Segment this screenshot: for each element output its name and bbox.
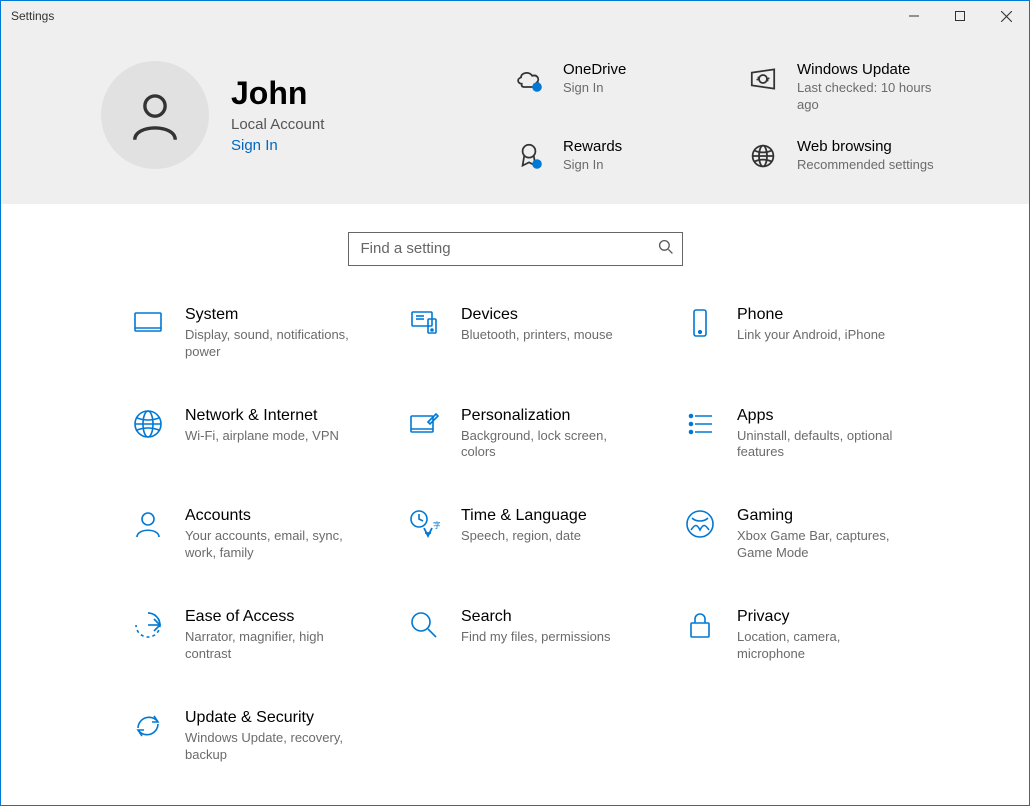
category-subtitle: Display, sound, notifications, power xyxy=(185,327,355,361)
privacy-icon xyxy=(683,608,717,642)
tile-subtitle: Sign In xyxy=(563,157,622,174)
window-controls xyxy=(891,1,1029,31)
tile-windows-update[interactable]: Windows Update Last checked: 10 hours ag… xyxy=(745,61,949,114)
category-apps[interactable]: Apps Uninstall, defaults, optional featu… xyxy=(683,407,929,462)
category-title: Apps xyxy=(737,407,907,425)
profile-signin-link[interactable]: Sign In xyxy=(231,137,324,154)
category-subtitle: Wi-Fi, airplane mode, VPN xyxy=(185,428,339,445)
profile-block[interactable]: John Local Account Sign In xyxy=(101,61,481,169)
maximize-button[interactable] xyxy=(937,1,983,31)
network-icon xyxy=(131,407,165,441)
ease-of-access-icon xyxy=(131,608,165,642)
profile-name: John xyxy=(231,76,324,111)
apps-icon xyxy=(683,407,717,441)
category-subtitle: Narrator, magnifier, high contrast xyxy=(185,629,355,663)
category-subtitle: Bluetooth, printers, mouse xyxy=(461,327,613,344)
devices-icon xyxy=(407,306,441,340)
minimize-button[interactable] xyxy=(891,1,937,31)
time-language-icon: 字 xyxy=(407,507,441,541)
windows-update-icon xyxy=(745,61,781,97)
category-title: Ease of Access xyxy=(185,608,355,626)
tile-title: Rewards xyxy=(563,138,622,155)
category-gaming[interactable]: Gaming Xbox Game Bar, captures, Game Mod… xyxy=(683,507,929,562)
header: John Local Account Sign In OneDrive Sign… xyxy=(1,31,1029,204)
update-icon xyxy=(131,709,165,743)
category-title: Privacy xyxy=(737,608,907,626)
search-row xyxy=(1,204,1029,276)
person-icon xyxy=(128,88,182,142)
tile-title: Windows Update xyxy=(797,61,947,78)
tile-rewards[interactable]: Rewards Sign In xyxy=(511,138,715,174)
category-title: Accounts xyxy=(185,507,355,525)
category-subtitle: Link your Android, iPhone xyxy=(737,327,885,344)
search-cat-icon xyxy=(407,608,441,642)
category-phone[interactable]: Phone Link your Android, iPhone xyxy=(683,306,929,361)
category-subtitle: Uninstall, defaults, optional features xyxy=(737,428,907,462)
header-tiles: OneDrive Sign In Windows Update Last che… xyxy=(511,61,949,174)
rewards-icon xyxy=(511,138,547,174)
personalization-icon xyxy=(407,407,441,441)
tile-onedrive[interactable]: OneDrive Sign In xyxy=(511,61,715,114)
category-devices[interactable]: Devices Bluetooth, printers, mouse xyxy=(407,306,653,361)
close-button[interactable] xyxy=(983,1,1029,31)
category-personalization[interactable]: Personalization Background, lock screen,… xyxy=(407,407,653,462)
window-title: Settings xyxy=(11,9,54,23)
tile-subtitle: Last checked: 10 hours ago xyxy=(797,80,947,114)
category-title: Phone xyxy=(737,306,885,324)
avatar xyxy=(101,61,209,169)
category-subtitle: Xbox Game Bar, captures, Game Mode xyxy=(737,528,907,562)
category-title: System xyxy=(185,306,355,324)
tile-subtitle: Recommended settings xyxy=(797,157,934,174)
category-update-security[interactable]: Update & Security Windows Update, recove… xyxy=(131,709,377,764)
category-system[interactable]: System Display, sound, notifications, po… xyxy=(131,306,377,361)
search-input[interactable] xyxy=(359,239,658,258)
category-title: Search xyxy=(461,608,611,626)
category-ease-of-access[interactable]: Ease of Access Narrator, magnifier, high… xyxy=(131,608,377,663)
tile-title: OneDrive xyxy=(563,61,626,78)
category-search[interactable]: Search Find my files, permissions xyxy=(407,608,653,663)
category-network[interactable]: Network & Internet Wi-Fi, airplane mode,… xyxy=(131,407,377,462)
categories-grid: System Display, sound, notifications, po… xyxy=(1,276,1029,784)
profile-account-type: Local Account xyxy=(231,116,324,133)
search-icon xyxy=(658,239,674,258)
category-title: Network & Internet xyxy=(185,407,339,425)
category-subtitle: Background, lock screen, colors xyxy=(461,428,631,462)
tile-web-browsing[interactable]: Web browsing Recommended settings xyxy=(745,138,949,174)
titlebar: Settings xyxy=(1,1,1029,31)
category-subtitle: Find my files, permissions xyxy=(461,629,611,646)
category-time-language[interactable]: 字 Time & Language Speech, region, date xyxy=(407,507,653,562)
category-title: Personalization xyxy=(461,407,631,425)
category-subtitle: Your accounts, email, sync, work, family xyxy=(185,528,355,562)
category-title: Update & Security xyxy=(185,709,355,727)
category-subtitle: Speech, region, date xyxy=(461,528,587,545)
globe-icon xyxy=(745,138,781,174)
tile-subtitle: Sign In xyxy=(563,80,626,97)
category-subtitle: Location, camera, microphone xyxy=(737,629,907,663)
search-box[interactable] xyxy=(348,232,683,266)
category-accounts[interactable]: Accounts Your accounts, email, sync, wor… xyxy=(131,507,377,562)
tile-title: Web browsing xyxy=(797,138,934,155)
svg-text:字: 字 xyxy=(433,520,440,530)
category-title: Gaming xyxy=(737,507,907,525)
category-title: Devices xyxy=(461,306,613,324)
onedrive-icon xyxy=(511,61,547,97)
accounts-icon xyxy=(131,507,165,541)
system-icon xyxy=(131,306,165,340)
gaming-icon xyxy=(683,507,717,541)
category-privacy[interactable]: Privacy Location, camera, microphone xyxy=(683,608,929,663)
category-subtitle: Windows Update, recovery, backup xyxy=(185,730,355,764)
phone-icon xyxy=(683,306,717,340)
category-title: Time & Language xyxy=(461,507,587,525)
